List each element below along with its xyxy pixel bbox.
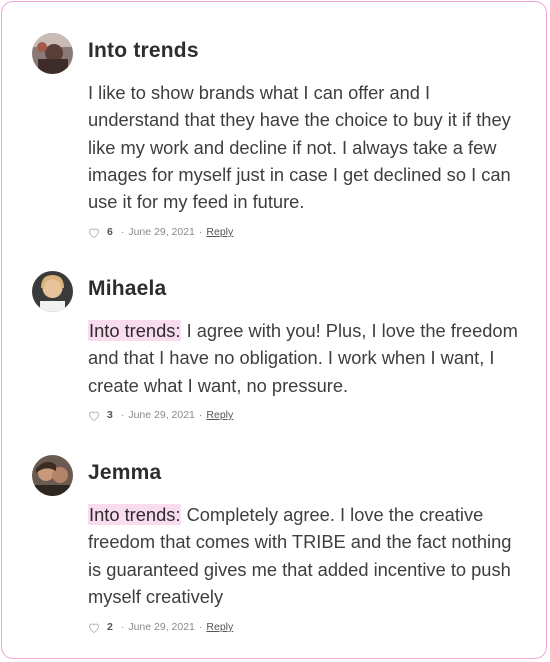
mention-highlight[interactable]: Into trends:: [88, 504, 182, 525]
separator: ·: [198, 409, 203, 421]
comment-date: June 29, 2021: [128, 226, 195, 238]
separator: ·: [120, 621, 125, 633]
heart-icon[interactable]: [88, 227, 100, 238]
avatar[interactable]: [32, 33, 73, 74]
separator: ·: [198, 621, 203, 633]
comment-date: June 29, 2021: [128, 621, 195, 633]
reply-link[interactable]: Reply: [206, 409, 233, 421]
avatar[interactable]: [32, 455, 73, 496]
reply-link[interactable]: Reply: [206, 621, 233, 633]
comments-card: Into trends I like to show brands what I…: [1, 1, 547, 659]
comment-meta: 2 · June 29, 2021 · Reply: [88, 621, 233, 633]
comment-author[interactable]: Mihaela: [88, 277, 166, 301]
heart-icon[interactable]: [88, 410, 100, 421]
comment-author[interactable]: Into trends: [88, 39, 199, 63]
comment-text: I like to show brands what I can offer a…: [88, 82, 511, 213]
separator: ·: [120, 409, 125, 421]
separator: ·: [120, 226, 125, 238]
comment-body: I like to show brands what I can offer a…: [88, 79, 518, 215]
heart-icon[interactable]: [88, 622, 100, 633]
comment-date: June 29, 2021: [128, 409, 195, 421]
comment-body: Into trends: I agree with you! Plus, I l…: [88, 317, 518, 399]
comment-meta: 3 · June 29, 2021 · Reply: [88, 409, 233, 421]
like-count: 2: [107, 621, 113, 633]
like-count: 3: [107, 409, 113, 421]
separator: ·: [198, 226, 203, 238]
comment-body: Into trends: Completely agree. I love th…: [88, 501, 518, 610]
avatar[interactable]: [32, 271, 73, 312]
comment-meta: 6 · June 29, 2021 · Reply: [88, 226, 233, 238]
reply-link[interactable]: Reply: [206, 226, 233, 238]
comment-author[interactable]: Jemma: [88, 461, 161, 485]
like-count: 6: [107, 226, 113, 238]
mention-highlight[interactable]: Into trends:: [88, 320, 182, 341]
